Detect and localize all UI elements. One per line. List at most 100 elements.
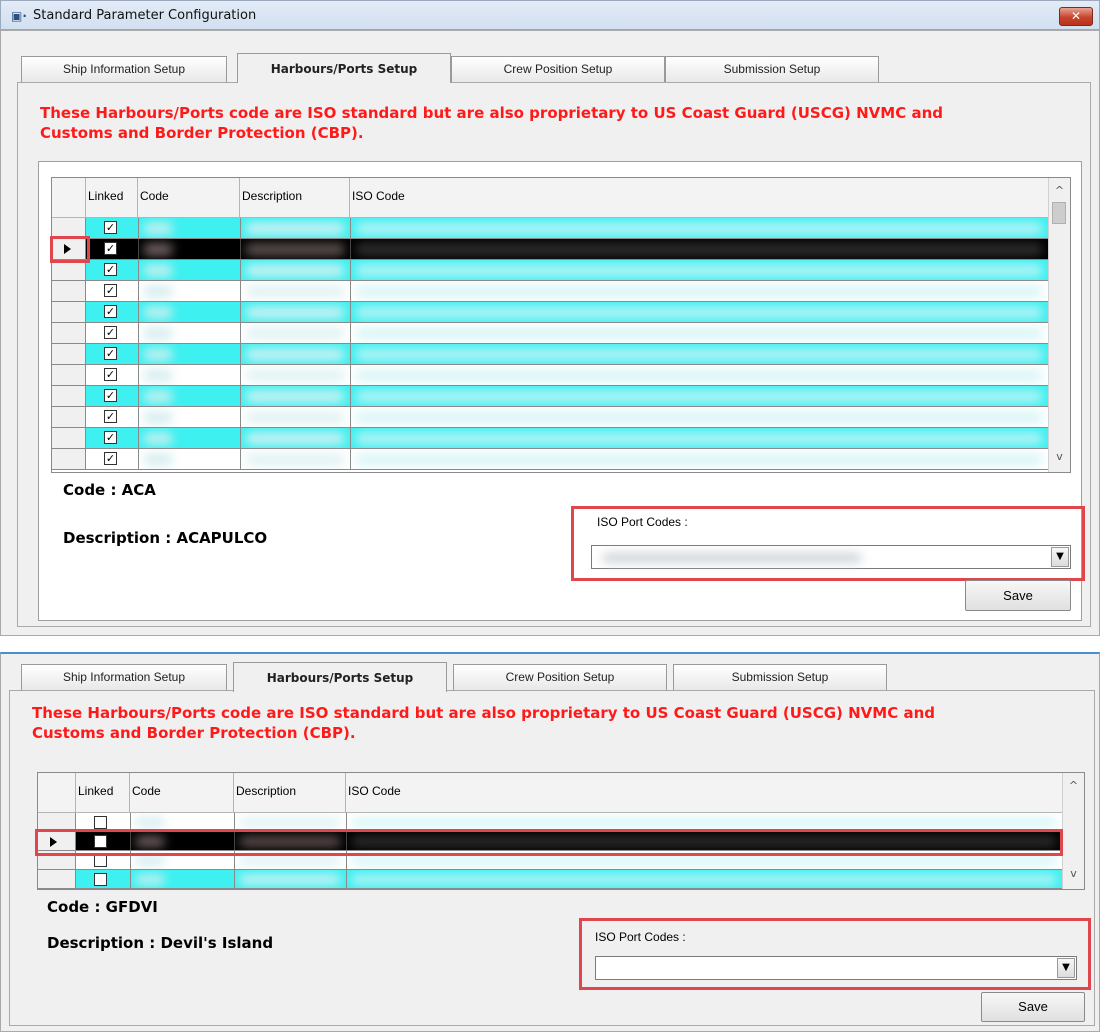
tab-ship-information[interactable]: Ship Information Setup — [21, 56, 227, 82]
iso-port-codes-select[interactable]: ▼ — [591, 545, 1071, 569]
row-selector[interactable] — [52, 260, 86, 280]
close-button[interactable]: ✕ — [1059, 7, 1093, 26]
chevron-down-icon[interactable]: ▼ — [1051, 547, 1069, 567]
iso-code-cell[interactable] — [350, 365, 1048, 385]
code-cell[interactable] — [138, 344, 240, 364]
iso-code-cell[interactable] — [350, 323, 1048, 343]
header-iso-code[interactable]: ISO Code — [346, 773, 1062, 812]
tab-harbours-ports[interactable]: Harbours/Ports Setup — [233, 662, 447, 692]
linked-checkbox[interactable] — [94, 873, 107, 886]
row-selector[interactable] — [52, 218, 86, 238]
description-cell[interactable] — [240, 365, 350, 385]
code-cell[interactable] — [138, 386, 240, 406]
iso-code-cell[interactable] — [346, 870, 1062, 888]
code-cell[interactable] — [138, 281, 240, 301]
chevron-down-icon[interactable]: ▼ — [1057, 958, 1075, 978]
description-cell[interactable] — [240, 428, 350, 448]
code-cell[interactable] — [138, 260, 240, 280]
description-cell[interactable] — [240, 407, 350, 427]
description-cell[interactable] — [234, 870, 346, 888]
table-row[interactable]: ✓ — [52, 449, 1048, 470]
table-row[interactable]: ✓ — [52, 323, 1048, 344]
table-row[interactable]: ✓ — [52, 302, 1048, 323]
linked-checkbox[interactable]: ✓ — [104, 326, 117, 339]
scroll-thumb[interactable] — [1052, 202, 1066, 224]
row-selector[interactable] — [52, 344, 86, 364]
description-cell[interactable] — [240, 239, 350, 259]
scroll-up-icon[interactable]: ^ — [1049, 184, 1070, 197]
linked-checkbox[interactable]: ✓ — [104, 305, 117, 318]
linked-checkbox[interactable]: ✓ — [104, 452, 117, 465]
linked-checkbox[interactable] — [94, 816, 107, 829]
header-description[interactable]: Description — [240, 178, 350, 217]
row-selector[interactable] — [52, 449, 86, 469]
row-selector[interactable] — [52, 365, 86, 385]
scroll-down-icon[interactable]: v — [1063, 867, 1084, 880]
linked-checkbox[interactable]: ✓ — [104, 389, 117, 402]
save-button[interactable]: Save — [981, 992, 1085, 1022]
table-row[interactable]: ✓ — [52, 344, 1048, 365]
tab-crew-position[interactable]: Crew Position Setup — [453, 664, 667, 690]
description-cell[interactable] — [240, 449, 350, 469]
row-selector[interactable] — [52, 428, 86, 448]
iso-code-cell[interactable] — [350, 407, 1048, 427]
description-cell[interactable] — [240, 302, 350, 322]
save-button[interactable]: Save — [965, 580, 1071, 611]
iso-port-codes-select[interactable]: ▼ — [595, 956, 1077, 980]
code-cell[interactable] — [138, 407, 240, 427]
tab-crew-position[interactable]: Crew Position Setup — [451, 56, 665, 82]
table-row[interactable]: ✓ — [52, 365, 1048, 386]
code-cell[interactable] — [138, 239, 240, 259]
table-row[interactable]: ✓ — [52, 281, 1048, 302]
description-cell[interactable] — [240, 386, 350, 406]
linked-checkbox[interactable]: ✓ — [104, 284, 117, 297]
iso-code-cell[interactable] — [350, 344, 1048, 364]
iso-code-cell[interactable] — [350, 386, 1048, 406]
linked-checkbox[interactable]: ✓ — [104, 410, 117, 423]
scroll-down-icon[interactable]: v — [1049, 450, 1070, 463]
linked-checkbox[interactable]: ✓ — [104, 347, 117, 360]
table-row[interactable]: ✓ — [52, 260, 1048, 281]
code-cell[interactable] — [138, 449, 240, 469]
iso-code-cell[interactable] — [350, 302, 1048, 322]
header-code[interactable]: Code — [138, 178, 240, 217]
row-selector[interactable] — [52, 386, 86, 406]
scroll-up-icon[interactable]: ^ — [1063, 779, 1084, 792]
code-cell[interactable] — [130, 870, 234, 888]
iso-code-cell[interactable] — [350, 449, 1048, 469]
description-cell[interactable] — [240, 218, 350, 238]
description-cell[interactable] — [240, 281, 350, 301]
description-cell[interactable] — [240, 344, 350, 364]
linked-checkbox[interactable]: ✓ — [104, 242, 117, 255]
code-cell[interactable] — [138, 218, 240, 238]
header-linked[interactable]: Linked — [76, 773, 130, 812]
iso-code-cell[interactable] — [350, 260, 1048, 280]
row-selector[interactable] — [52, 407, 86, 427]
description-cell[interactable] — [240, 260, 350, 280]
header-code[interactable]: Code — [130, 773, 234, 812]
iso-code-cell[interactable] — [350, 281, 1048, 301]
table-row[interactable]: ✓ — [52, 407, 1048, 428]
code-cell[interactable] — [138, 365, 240, 385]
header-iso-code[interactable]: ISO Code — [350, 178, 1048, 217]
table-row-selected[interactable]: ✓ — [52, 239, 1048, 260]
table-row[interactable]: ✓ — [52, 218, 1048, 239]
row-selector[interactable] — [52, 302, 86, 322]
code-cell[interactable] — [138, 428, 240, 448]
table-row[interactable]: ✓ — [52, 428, 1048, 449]
linked-checkbox[interactable]: ✓ — [104, 221, 117, 234]
linked-checkbox[interactable]: ✓ — [104, 368, 117, 381]
linked-checkbox[interactable]: ✓ — [104, 431, 117, 444]
tab-submission[interactable]: Submission Setup — [665, 56, 879, 82]
iso-code-cell[interactable] — [350, 428, 1048, 448]
tab-submission[interactable]: Submission Setup — [673, 664, 887, 690]
code-cell[interactable] — [138, 323, 240, 343]
description-cell[interactable] — [240, 323, 350, 343]
linked-checkbox[interactable]: ✓ — [104, 263, 117, 276]
iso-code-cell[interactable] — [350, 239, 1048, 259]
code-cell[interactable] — [138, 302, 240, 322]
tab-harbours-ports[interactable]: Harbours/Ports Setup — [237, 53, 451, 83]
iso-code-cell[interactable] — [350, 218, 1048, 238]
row-selector[interactable] — [52, 281, 86, 301]
tab-ship-information[interactable]: Ship Information Setup — [21, 664, 227, 690]
